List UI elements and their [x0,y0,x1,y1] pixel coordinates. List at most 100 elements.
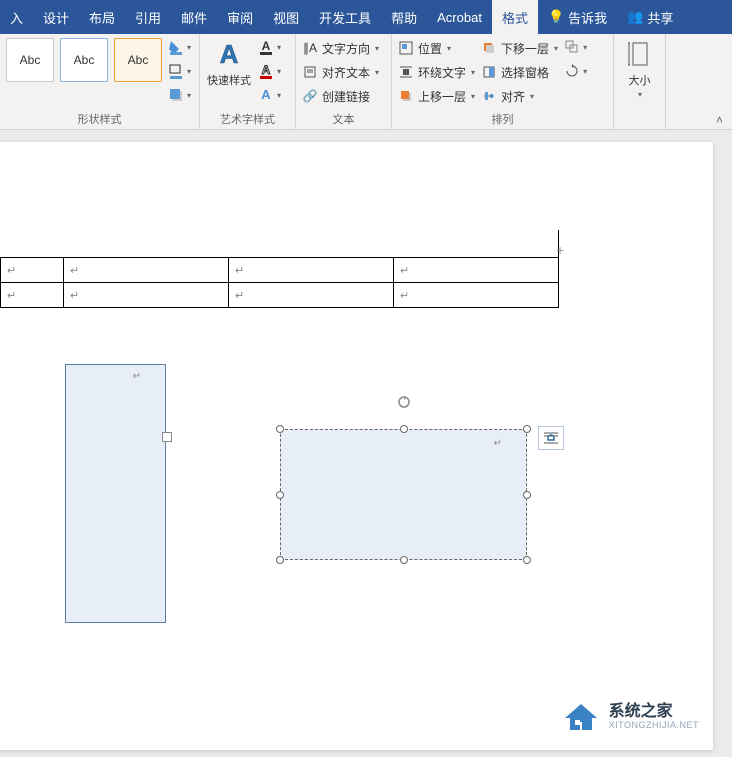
text-direction-label: 文字方向 [322,40,370,57]
text-outline-button[interactable]: A▾ [258,62,281,80]
create-link-button[interactable]: 🔗创建链接 [302,86,379,106]
resize-handle-br[interactable] [523,556,531,564]
resize-handle-ml[interactable] [276,491,284,499]
text-direction-button[interactable]: ∥A文字方向▾ [302,38,379,58]
align-obj-icon [481,88,497,104]
link-icon: 🔗 [302,88,318,104]
tab-insert[interactable]: 入 [0,0,33,34]
group-label-shape-styles: 形状样式 [6,108,193,129]
wrap-text-button[interactable]: 环绕文字▾ [398,62,475,82]
outline-icon [168,63,184,79]
resize-handle-bl[interactable] [276,556,284,564]
backward-icon [481,40,497,56]
send-backward-button[interactable]: 下移一层▾ [481,38,558,58]
tab-view[interactable]: 视图 [263,0,309,34]
collapse-ribbon-button[interactable]: ˄ [716,113,728,125]
share-icon: 👥 [627,9,643,25]
group-label-arrange: 排列 [398,108,607,129]
table-add-column-handle[interactable]: + [556,242,564,258]
shape-style-gallery[interactable]: Abc Abc Abc [6,38,162,82]
group-shape-styles: Abc Abc Abc ▾ ▾ ▾ 形状样式 [0,34,200,129]
tab-design[interactable]: 设计 [33,0,79,34]
align-objects-button[interactable]: 对齐 ▾ [481,86,558,106]
align-text-button[interactable]: 对齐文本 ▾ [302,62,379,82]
group-text: ∥A文字方向▾ 对齐文本▾ 🔗创建链接 文本 [296,34,392,129]
table-row: ↵↵↵↵ [1,283,559,308]
shape-effects-button[interactable]: ▾ [168,86,191,104]
chevron-down-icon: ▾ [277,67,281,76]
group-arrange: 位置▾ 环绕文字▾ 上移一层▾ 下移一层▾ 选择窗格 对齐 ▾ ▾ ▾ 排列 [392,34,614,129]
chevron-down-icon: ▾ [447,44,451,53]
tab-devtools[interactable]: 开发工具 [309,0,381,34]
text-effects-button[interactable]: A▾ [258,86,281,104]
resize-handle-tm[interactable] [400,425,408,433]
chevron-down-icon: ▾ [187,43,191,52]
shape-outline-button[interactable]: ▾ [168,62,191,80]
svg-text:A: A [262,63,271,77]
tab-share[interactable]: 👥共享 [617,0,683,34]
layout-options-button[interactable] [538,426,564,450]
tab-format[interactable]: 格式 [492,0,538,34]
chevron-down-icon: ▾ [583,67,587,76]
align-obj-label: 对齐 [501,88,525,105]
ribbon-tabs: 入 设计 布局 引用 邮件 审阅 视图 开发工具 帮助 Acrobat 格式 💡… [0,0,732,34]
tab-acrobat[interactable]: Acrobat [427,0,492,34]
watermark-title: 系统之家 [609,703,699,721]
svg-text:A: A [220,39,239,69]
forward-icon [398,88,414,104]
tab-review[interactable]: 审阅 [217,0,263,34]
textbox-shape-2-selected[interactable]: ↵ [280,429,527,560]
document-table[interactable]: ↵↵↵↵ ↵↵↵↵ [0,257,559,308]
shape-style-1[interactable]: Abc [6,38,54,82]
rotate-objects-button[interactable]: ▾ [564,62,587,80]
quick-styles-button[interactable]: A 快速样式 [206,38,252,88]
resize-handle-tl[interactable] [276,425,284,433]
text-fill-icon: A [258,39,274,55]
document-area: ↵↵↵↵ ↵↵↵↵ + ↵ ↵ 系统之家 XITONGZHIJIA.NET [0,130,732,757]
document-page[interactable]: ↵↵↵↵ ↵↵↵↵ + ↵ ↵ 系统之家 XITONGZHIJIA.NET [0,142,713,750]
tellme-label: 告诉我 [568,8,607,27]
shape-style-3[interactable]: Abc [114,38,162,82]
tab-tellme[interactable]: 💡告诉我 [538,0,617,34]
paragraph-mark-icon: ↵ [133,371,141,382]
chevron-down-icon: ▾ [530,92,534,101]
tab-help[interactable]: 帮助 [381,0,427,34]
paragraph-mark-icon: ↵ [494,438,502,449]
tab-references[interactable]: 引用 [125,0,171,34]
align-text-label: 对齐文本 [322,64,370,81]
ribbon: Abc Abc Abc ▾ ▾ ▾ 形状样式 A 快速样式 A▾ A▾ A▾ [0,34,732,130]
chevron-down-icon: ▾ [375,44,379,53]
text-outline-icon: A [258,63,274,79]
chevron-down-icon: ▾ [187,67,191,76]
tab-mailings[interactable]: 邮件 [171,0,217,34]
group-objects-button[interactable]: ▾ [564,38,587,56]
position-icon [398,40,414,56]
effects-icon [168,87,184,103]
bring-forward-button[interactable]: 上移一层▾ [398,86,475,106]
quick-styles-label: 快速样式 [207,72,251,88]
align-text-icon [302,64,318,80]
svg-text:A: A [262,39,271,53]
textbox-shape-1[interactable]: ↵ [65,364,166,623]
watermark: 系统之家 XITONGZHIJIA.NET [561,700,699,734]
resize-handle-bm[interactable] [400,556,408,564]
position-button[interactable]: 位置▾ [398,38,475,58]
shape-fill-button[interactable]: ▾ [168,38,191,56]
size-button[interactable]: 大小 ▾ [620,38,659,99]
resize-handle-mr[interactable] [523,491,531,499]
chevron-down-icon: ▾ [638,90,642,99]
rotate-handle[interactable] [396,394,412,410]
resize-handle-tr[interactable] [523,425,531,433]
text-fill-button[interactable]: A▾ [258,38,281,56]
selection-pane-button[interactable]: 选择窗格 [481,62,558,82]
tab-layout[interactable]: 布局 [79,0,125,34]
shape-style-2[interactable]: Abc [60,38,108,82]
group-icon [564,39,580,55]
chevron-down-icon: ▾ [471,92,475,101]
chevron-down-icon: ▾ [375,68,379,77]
wordart-a-icon: A [213,38,245,70]
watermark-subtitle: XITONGZHIJIA.NET [609,721,699,731]
chevron-down-icon: ▾ [471,68,475,77]
fill-icon [168,39,184,55]
pane-label: 选择窗格 [501,64,549,81]
